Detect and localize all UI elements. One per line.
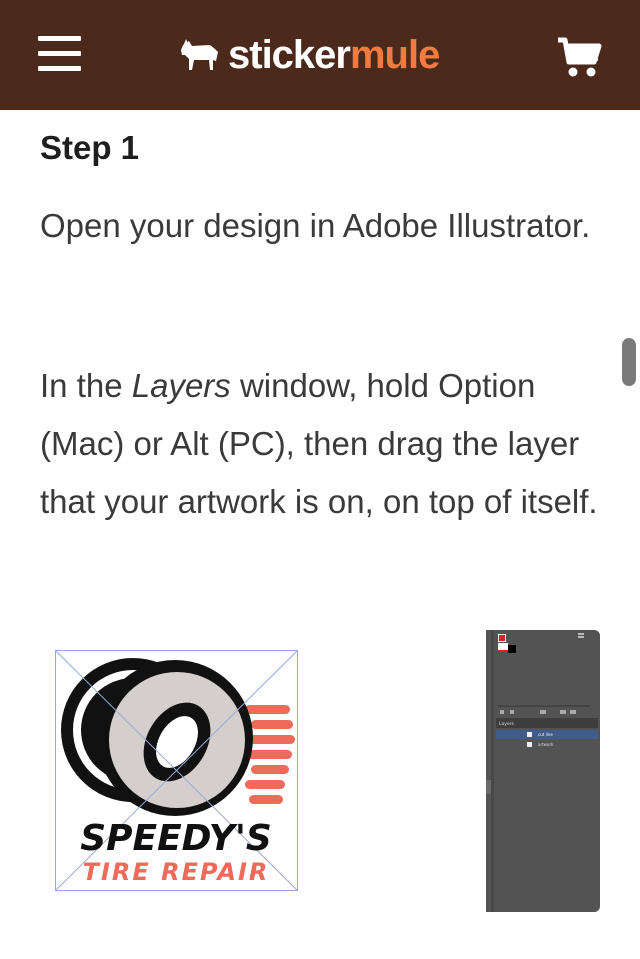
layers-panel-screenshot: Layers cut line artwork bbox=[486, 630, 600, 912]
site-header: stickermule bbox=[0, 0, 640, 110]
step-instruction-layers: In the Layers window, hold Option (Mac) … bbox=[40, 367, 598, 520]
stickermule-logo[interactable]: stickermule bbox=[180, 30, 440, 80]
speedys-tire-artwork: SPEEDY'S TIRE REPAIR bbox=[55, 650, 298, 891]
layers-window-term: Layers bbox=[131, 367, 231, 404]
page-scrollbar[interactable] bbox=[622, 338, 636, 386]
step-instruction-open: Open your design in Adobe Illustrator. bbox=[40, 207, 591, 244]
artwork-title: SPEEDY'S bbox=[80, 818, 272, 859]
step-title: Step 1 bbox=[40, 129, 140, 166]
artwork-subtitle: TIRE REPAIR bbox=[83, 858, 270, 886]
shopping-cart-icon[interactable] bbox=[556, 36, 604, 80]
svg-text:Layers: Layers bbox=[499, 721, 515, 727]
hamburger-menu-icon[interactable] bbox=[38, 34, 82, 74]
layers-panel-graphic: Layers cut line artwork bbox=[486, 630, 600, 912]
svg-text:cut line: cut line bbox=[538, 732, 553, 737]
logo-wordmark: stickermule bbox=[228, 33, 440, 77]
svg-text:artwork: artwork bbox=[538, 742, 554, 747]
mule-icon bbox=[181, 39, 218, 70]
